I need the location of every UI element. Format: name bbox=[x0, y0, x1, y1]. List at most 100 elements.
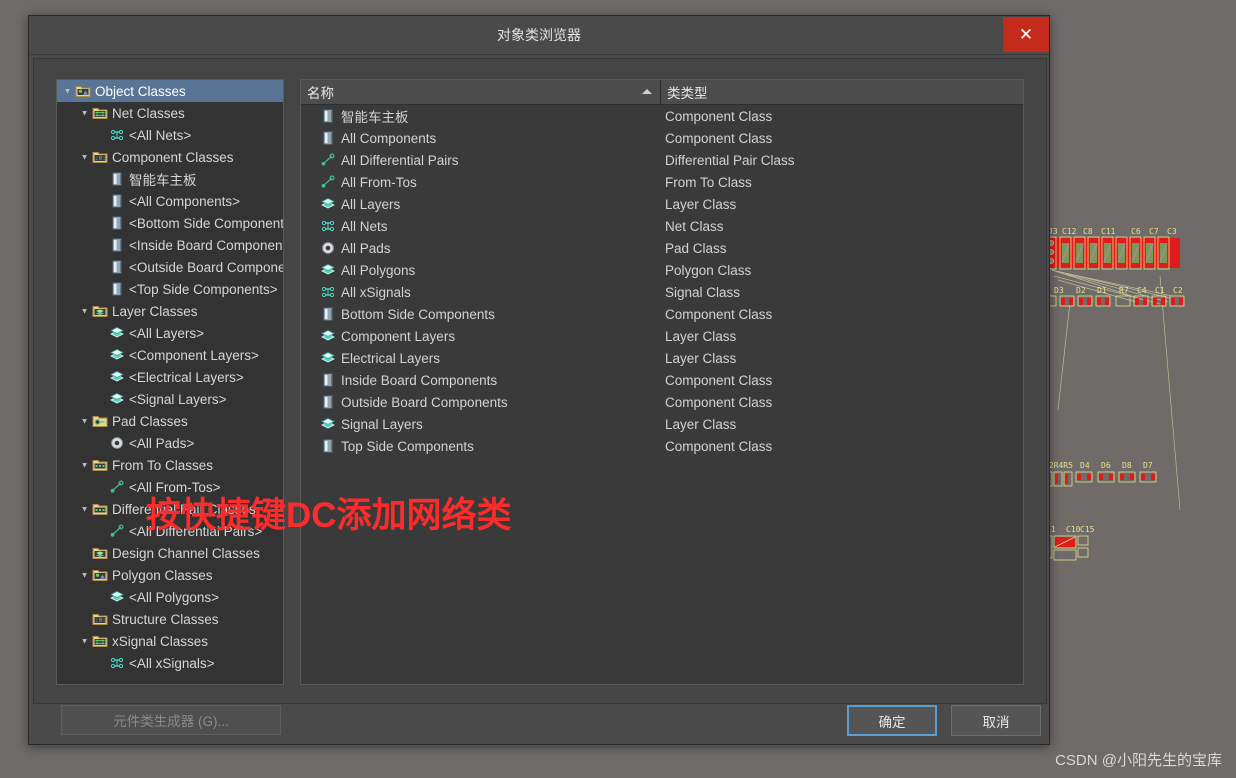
cell-class-type: Component Class bbox=[665, 372, 773, 388]
tree-item[interactable]: ▲ Layer Classes bbox=[57, 300, 283, 322]
chevron-down-icon[interactable]: ▲ bbox=[78, 153, 91, 162]
chevron-down-icon[interactable]: ▲ bbox=[78, 307, 91, 316]
diffpair-folder-icon bbox=[91, 501, 109, 517]
tree-item[interactable]: ▲<Signal Layers> bbox=[57, 388, 283, 410]
tree-item[interactable]: ▲:0:Structure Classes bbox=[57, 608, 283, 630]
tree-item-label: From To Classes bbox=[112, 457, 214, 473]
polygon-class-folder-icon bbox=[91, 567, 109, 583]
cell-name-label: 智能车主板 bbox=[341, 110, 409, 125]
tree-item[interactable]: ▲<All Pads> bbox=[57, 432, 283, 454]
fromto-icon bbox=[319, 174, 337, 190]
table-row[interactable]: Electrical Layers Layer Class bbox=[301, 347, 1023, 369]
table-row[interactable]: Outside Board Components Component Class bbox=[301, 391, 1023, 413]
layer-icon bbox=[108, 325, 126, 341]
table-row[interactable]: Component Layers Layer Class bbox=[301, 325, 1023, 347]
pcb-designator: C11 bbox=[1101, 227, 1116, 236]
layer-icon bbox=[108, 347, 126, 363]
cell-name-label: All Pads bbox=[341, 240, 391, 256]
cell-name-label: All Differential Pairs bbox=[341, 152, 459, 168]
layer-icon bbox=[108, 391, 126, 407]
tree-item[interactable]: ▲<Outside Board Components> bbox=[57, 256, 283, 278]
table-row[interactable]: All Polygons Polygon Class bbox=[301, 259, 1023, 281]
table-row[interactable]: Signal Layers Layer Class bbox=[301, 413, 1023, 435]
column-header-name[interactable]: 名称 bbox=[301, 80, 661, 104]
tree-item[interactable]: ▲<All From-Tos> bbox=[57, 476, 283, 498]
tree-item[interactable]: ▲ From To Classes bbox=[57, 454, 283, 476]
table-row[interactable]: Bottom Side Components Component Class bbox=[301, 303, 1023, 325]
table-row[interactable]: All Differential Pairs Differential Pair … bbox=[301, 149, 1023, 171]
table-row[interactable]: All Pads Pad Class bbox=[301, 237, 1023, 259]
tree-item[interactable]: ▲ Object Classes bbox=[57, 80, 283, 102]
net-icon bbox=[108, 655, 126, 671]
class-list-panel[interactable]: 名称 类类型 智能车主板 Component Class All Component… bbox=[300, 79, 1024, 685]
close-icon[interactable]: ✕ bbox=[1003, 17, 1049, 52]
component-icon bbox=[319, 438, 337, 454]
column-header-class-type[interactable]: 类类型 bbox=[661, 80, 1023, 104]
tree-item[interactable]: ▲:0: Component Classes bbox=[57, 146, 283, 168]
tree-item[interactable]: ▲<Top Side Components> bbox=[57, 278, 283, 300]
cancel-button[interactable]: 取消 bbox=[951, 705, 1041, 736]
tree-item[interactable]: ▲<All Differential Pairs> bbox=[57, 520, 283, 542]
csdn-watermark: CSDN @小阳先生的宝库 bbox=[1055, 752, 1222, 769]
chevron-down-icon[interactable]: ▲ bbox=[78, 109, 91, 118]
ok-button[interactable]: 确定 bbox=[847, 705, 937, 736]
tree-item[interactable]: ▲<All Layers> bbox=[57, 322, 283, 344]
tree-item[interactable]: ▲<All Polygons> bbox=[57, 586, 283, 608]
chevron-down-icon[interactable]: ▲ bbox=[78, 417, 91, 426]
table-row[interactable]: All Nets Net Class bbox=[301, 215, 1023, 237]
layer-folder-icon bbox=[91, 303, 109, 319]
pcb-designator: R7 bbox=[1119, 286, 1129, 295]
tree-item[interactable]: ▲Design Channel Classes bbox=[57, 542, 283, 564]
net-icon bbox=[108, 127, 126, 143]
tree-item[interactable]: ▲ xSignal Classes bbox=[57, 630, 283, 652]
pcb-designator: D3 bbox=[1054, 286, 1064, 295]
fromto-icon bbox=[108, 479, 126, 495]
cell-name: All From-Tos bbox=[301, 174, 661, 190]
tree-item-label: <All Polygons> bbox=[129, 589, 220, 605]
pcb-designator: C1 bbox=[1155, 286, 1165, 295]
cell-class-type: Net Class bbox=[665, 218, 724, 234]
cell-class-type: Polygon Class bbox=[665, 262, 752, 278]
table-row[interactable]: All Layers Layer Class bbox=[301, 193, 1023, 215]
component-class-generator-button[interactable]: 元件类生成器 (G)... bbox=[61, 705, 281, 735]
cell-class-type: Layer Class bbox=[665, 196, 737, 212]
tree-item-label: <Component Layers> bbox=[129, 347, 259, 363]
tree-item[interactable]: ▲<All xSignals> bbox=[57, 652, 283, 674]
column-header-class-type-label: 类类型 bbox=[667, 86, 708, 101]
pcb-designator: C12 bbox=[1062, 227, 1077, 236]
tree-item[interactable]: ▲<All Components> bbox=[57, 190, 283, 212]
tree-item[interactable]: ▲ Polygon Classes bbox=[57, 564, 283, 586]
tree-item-label: Differential Pair Classes bbox=[112, 501, 256, 517]
cell-name-label: All Layers bbox=[341, 196, 401, 212]
tree-item[interactable]: ▲<Inside Board Components> bbox=[57, 234, 283, 256]
table-row[interactable]: All xSignals Signal Class bbox=[301, 281, 1023, 303]
column-header-name-label: 名称 bbox=[307, 86, 334, 101]
tree-item[interactable]: ▲<Component Layers> bbox=[57, 344, 283, 366]
table-row[interactable]: 智能车主板 Component Class bbox=[301, 105, 1023, 127]
tree-item-label: <Signal Layers> bbox=[129, 391, 227, 407]
pcb-designator: C15 bbox=[1080, 525, 1095, 534]
net-icon bbox=[319, 284, 337, 300]
cell-name: 智能车主板 bbox=[301, 106, 661, 126]
chevron-down-icon[interactable]: ▲ bbox=[78, 571, 91, 580]
tree-item[interactable]: ▲<All Nets> bbox=[57, 124, 283, 146]
object-class-tree[interactable]: ▲Object Classes▲Net Classes▲<All Nets>▲:… bbox=[56, 79, 284, 685]
tree-item[interactable]: ▲智能车主板 bbox=[57, 168, 283, 190]
chevron-down-icon[interactable]: ▲ bbox=[78, 505, 91, 514]
tree-item[interactable]: ▲ Net Classes bbox=[57, 102, 283, 124]
table-row[interactable]: Inside Board Components Component Class bbox=[301, 369, 1023, 391]
cell-name: Inside Board Components bbox=[301, 372, 661, 388]
tree-item[interactable]: ▲ Pad Classes bbox=[57, 410, 283, 432]
table-row[interactable]: All From-Tos From To Class bbox=[301, 171, 1023, 193]
tree-item[interactable]: ▲<Electrical Layers> bbox=[57, 366, 283, 388]
table-row[interactable]: All Components Component Class bbox=[301, 127, 1023, 149]
screen: J3 C12 C8 C11 C6 C7 C3 D3 D2 D1 R7 C4 C1… bbox=[0, 0, 1236, 778]
tree-item[interactable]: ▲ Differential Pair Classes bbox=[57, 498, 283, 520]
chevron-down-icon[interactable]: ▲ bbox=[78, 461, 91, 470]
cell-name: All xSignals bbox=[301, 284, 661, 300]
chevron-down-icon[interactable]: ▲ bbox=[78, 637, 91, 646]
tree-item[interactable]: ▲<Bottom Side Components> bbox=[57, 212, 283, 234]
table-row[interactable]: Top Side Components Component Class bbox=[301, 435, 1023, 457]
chevron-down-icon[interactable]: ▲ bbox=[61, 87, 74, 96]
cell-name: Bottom Side Components bbox=[301, 306, 661, 322]
